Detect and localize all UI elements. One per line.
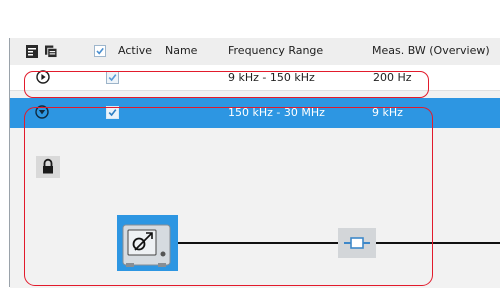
sweep-table-window: Active Name Frequency Range Meas. BW (Ov… xyxy=(0,0,500,288)
highlight-outline-row xyxy=(24,71,429,98)
highlight-outline-expanded-row xyxy=(24,107,433,286)
